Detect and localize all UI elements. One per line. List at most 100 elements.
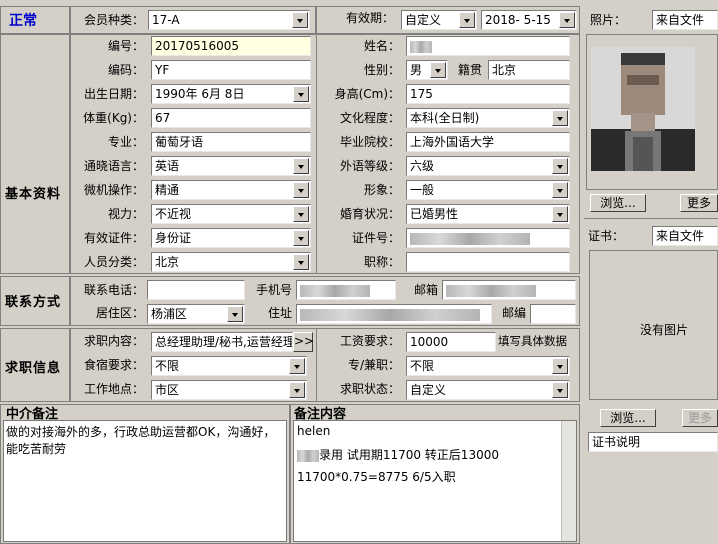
- chevron-down-icon[interactable]: [293, 206, 309, 222]
- computer-label: 微机操作：: [83, 183, 144, 197]
- fulltime-select[interactable]: 不限: [406, 356, 570, 376]
- redacted-text: [297, 449, 319, 462]
- chevron-down-icon[interactable]: [459, 12, 475, 28]
- photo-source-select[interactable]: 来自文件: [652, 10, 718, 30]
- id-no-label: 证件号：: [351, 231, 400, 245]
- language-select[interactable]: 英语: [151, 156, 311, 176]
- gender-select[interactable]: 男: [406, 60, 448, 80]
- height-label: 身高(Cm)：: [334, 87, 400, 101]
- name-field[interactable]: [406, 36, 570, 56]
- vision-select[interactable]: 不近视: [151, 204, 311, 224]
- mobile-label: 手机号: [255, 283, 292, 297]
- chevron-down-icon[interactable]: [227, 306, 243, 322]
- contact-section-cell: 联系方式: [0, 276, 70, 326]
- validity-date-picker[interactable]: 2018- 5-15: [481, 10, 577, 30]
- redacted-text: [410, 232, 530, 245]
- remark-line: 11700*0.75=8775 6/5入职: [297, 470, 456, 484]
- salary-field[interactable]: 10000: [406, 332, 496, 352]
- job-content-field[interactable]: 总经理助理/秘书,运营经理: [151, 332, 293, 352]
- location-select[interactable]: 市区: [151, 380, 307, 400]
- education-select[interactable]: 本科(全日制): [406, 108, 570, 128]
- chevron-down-icon[interactable]: [293, 254, 309, 270]
- appearance-select[interactable]: 一般: [406, 180, 570, 200]
- school-label: 毕业院校：: [339, 135, 400, 149]
- chevron-down-icon[interactable]: [293, 182, 309, 198]
- chevron-down-icon[interactable]: [552, 358, 568, 374]
- number-field[interactable]: 20170516005: [151, 36, 311, 56]
- photo-label: 照片：: [590, 13, 627, 27]
- member-type-select[interactable]: 17-A: [148, 10, 310, 30]
- school-field[interactable]: 上海外国语大学: [406, 132, 570, 152]
- chevron-down-icon[interactable]: [289, 382, 305, 398]
- marital-label: 婚育状况：: [339, 207, 400, 221]
- phone-field[interactable]: [147, 280, 245, 300]
- chevron-down-icon[interactable]: [552, 206, 568, 222]
- marital-select[interactable]: 已婚男性: [406, 204, 570, 224]
- name-label: 姓名：: [363, 39, 400, 53]
- foreign-level-select[interactable]: 六级: [406, 156, 570, 176]
- chevron-down-icon[interactable]: [552, 182, 568, 198]
- chevron-down-icon[interactable]: [293, 230, 309, 246]
- computer-select[interactable]: 精通: [151, 180, 311, 200]
- redacted-text: [446, 284, 536, 297]
- basic-section-title: 基本资料: [5, 187, 62, 202]
- validity-label: 有效期：: [345, 11, 394, 25]
- postcode-label: 邮编: [501, 306, 526, 320]
- photo-more-button[interactable]: 更多: [680, 194, 718, 212]
- meal-select[interactable]: 不限: [151, 356, 307, 376]
- status-label: 正常: [9, 13, 37, 29]
- district-select[interactable]: 杨浦区: [147, 304, 245, 324]
- birth-label: 出生日期：: [83, 87, 144, 101]
- height-field[interactable]: 175: [406, 84, 570, 104]
- salary-label: 工资要求：: [339, 334, 400, 348]
- chevron-down-icon[interactable]: [552, 382, 568, 398]
- validity-select[interactable]: 自定义: [401, 10, 477, 30]
- birth-date-picker[interactable]: 1990年 6月 8日: [151, 84, 311, 104]
- address-field[interactable]: [296, 304, 492, 324]
- phone-label: 联系电话：: [83, 283, 144, 297]
- job-content-more-button[interactable]: >>: [293, 332, 314, 352]
- person-photo-icon: [591, 47, 695, 171]
- cert-description-field[interactable]: 证书说明: [588, 432, 718, 452]
- chevron-down-icon[interactable]: [552, 158, 568, 174]
- language-label: 通晓语言：: [83, 159, 144, 173]
- postcode-field[interactable]: [530, 304, 576, 324]
- code-field[interactable]: YF: [151, 60, 311, 80]
- column-divider: [316, 328, 317, 402]
- category-label: 人员分类：: [83, 255, 144, 269]
- email-label: 邮箱: [413, 283, 438, 297]
- redacted-text: [300, 308, 480, 321]
- code-label: 编码：: [107, 63, 144, 77]
- cert-more-button[interactable]: 更多: [682, 409, 718, 427]
- chevron-down-icon[interactable]: [552, 110, 568, 126]
- job-section-cell: 求职信息: [0, 328, 70, 402]
- district-label: 居住区：: [95, 306, 144, 320]
- cert-browse-button[interactable]: 浏览...: [600, 409, 656, 427]
- id-no-field[interactable]: [406, 228, 570, 248]
- chevron-down-icon[interactable]: [293, 86, 309, 102]
- chevron-down-icon[interactable]: [559, 12, 575, 28]
- origin-field[interactable]: 北京: [488, 60, 570, 80]
- salary-hint: 填写具体数据: [498, 334, 567, 348]
- cert-label: 证书：: [588, 229, 625, 243]
- photo-frame: [586, 34, 718, 190]
- email-field[interactable]: [442, 280, 576, 300]
- remark-scrollbar[interactable]: [561, 421, 576, 541]
- title-field[interactable]: [406, 252, 570, 272]
- cert-source-select[interactable]: 来自文件: [652, 226, 718, 246]
- mobile-field[interactable]: [296, 280, 396, 300]
- chevron-down-icon[interactable]: [289, 358, 305, 374]
- major-field[interactable]: 葡萄牙语: [151, 132, 311, 152]
- id-type-select[interactable]: 身份证: [151, 228, 311, 248]
- remark-textarea[interactable]: helen 录用 试用期11700 转正后13000 11700*0.75=87…: [293, 420, 577, 542]
- agent-notes-textarea[interactable]: [3, 420, 287, 542]
- category-select[interactable]: 北京: [151, 252, 311, 272]
- member-type-label: 会员种类：: [83, 13, 144, 27]
- chevron-down-icon[interactable]: [430, 62, 446, 78]
- job-state-select[interactable]: 自定义: [406, 380, 570, 400]
- meal-label: 食宿要求：: [83, 358, 144, 372]
- photo-browse-button[interactable]: 浏览...: [590, 194, 646, 212]
- weight-field[interactable]: 67: [151, 108, 311, 128]
- chevron-down-icon[interactable]: [292, 12, 308, 28]
- chevron-down-icon[interactable]: [293, 158, 309, 174]
